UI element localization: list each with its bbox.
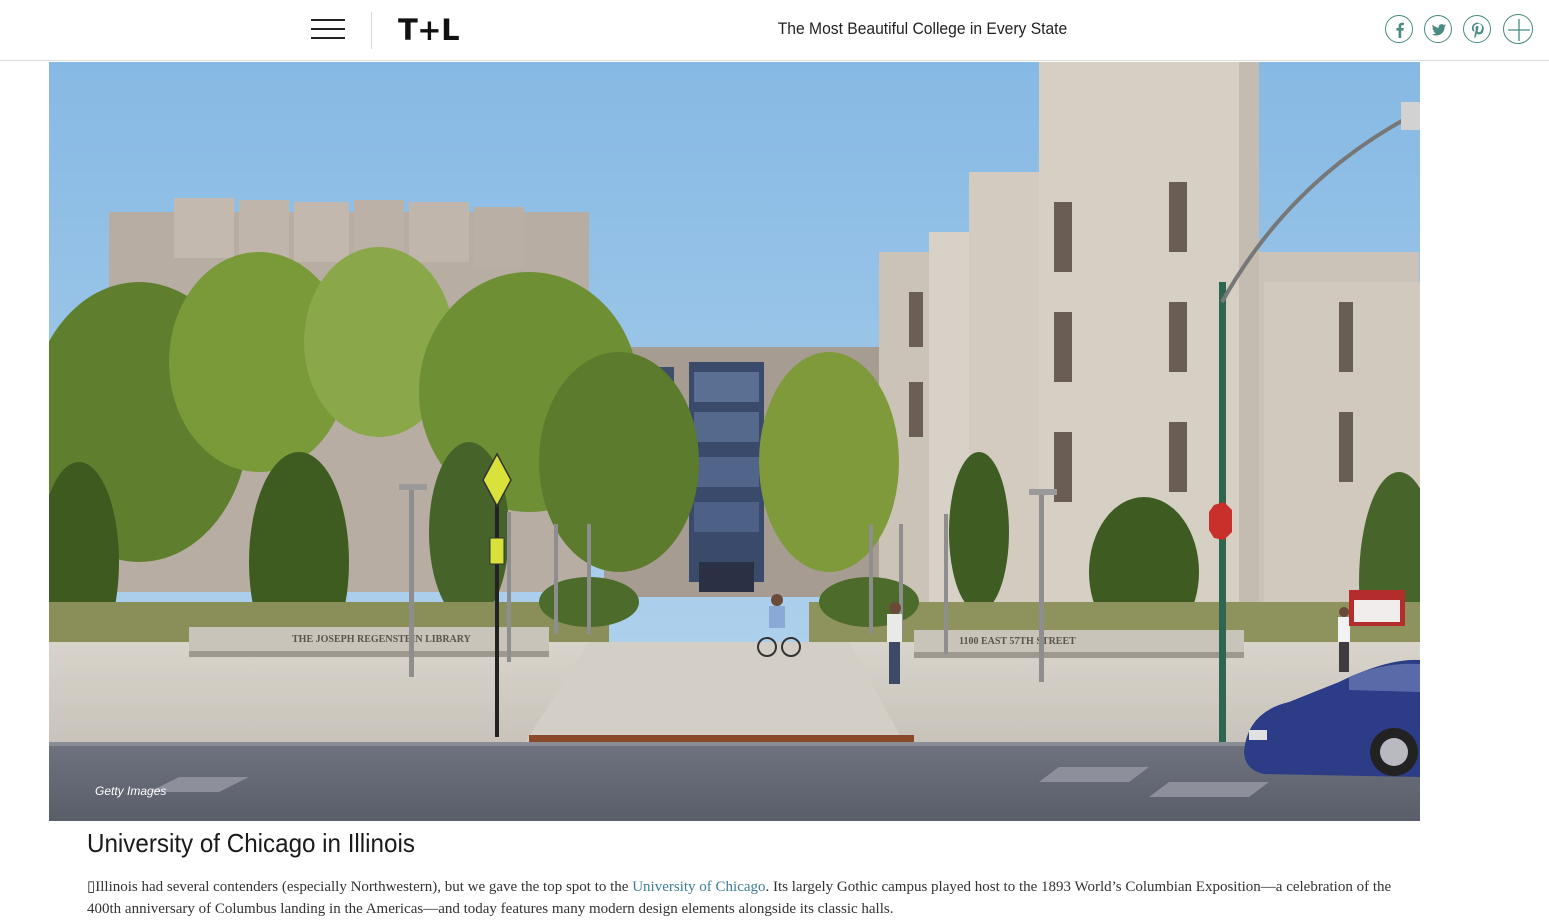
paragraph-text-before: Illinois had several contenders (especia… [95,879,633,895]
hamburger-menu-icon[interactable] [311,18,345,40]
facebook-share-button[interactable] [1385,15,1413,43]
pinterest-share-button[interactable] [1463,15,1491,43]
top-navigation-bar: T+L The Most Beautiful College in Every … [0,0,1549,61]
street-sign-text: 1100 EAST 57TH STREET [959,636,1076,647]
pinterest-icon [1471,22,1484,39]
menu-line [311,28,345,30]
library-sign-text: THE JOSEPH REGENSTEIN LIBRARY [292,634,472,645]
campus-photo-illustration: THE JOSEPH REGENSTEIN LIBRARY 1100 EAST … [49,62,1420,821]
photo-credit: Getty Images [95,784,167,798]
hero-photo: THE JOSEPH REGENSTEIN LIBRARY 1100 EAST … [49,62,1420,821]
plus-icon [1508,19,1530,41]
college-heading: University of Chicago in Illinois [87,828,415,858]
more-share-button[interactable] [1503,14,1533,44]
facebook-icon [1396,22,1404,38]
university-of-chicago-link[interactable]: University of Chicago [632,879,765,895]
header-divider [371,12,372,49]
page-title: The Most Beautiful College in Every Stat… [777,19,1068,38]
twitter-icon [1432,24,1446,36]
menu-line [311,19,345,21]
site-logo[interactable]: T+L [398,13,460,47]
twitter-share-button[interactable] [1424,15,1452,43]
article-paragraph: ▯Illinois had several contenders (especi… [87,876,1397,920]
menu-line [311,37,345,39]
